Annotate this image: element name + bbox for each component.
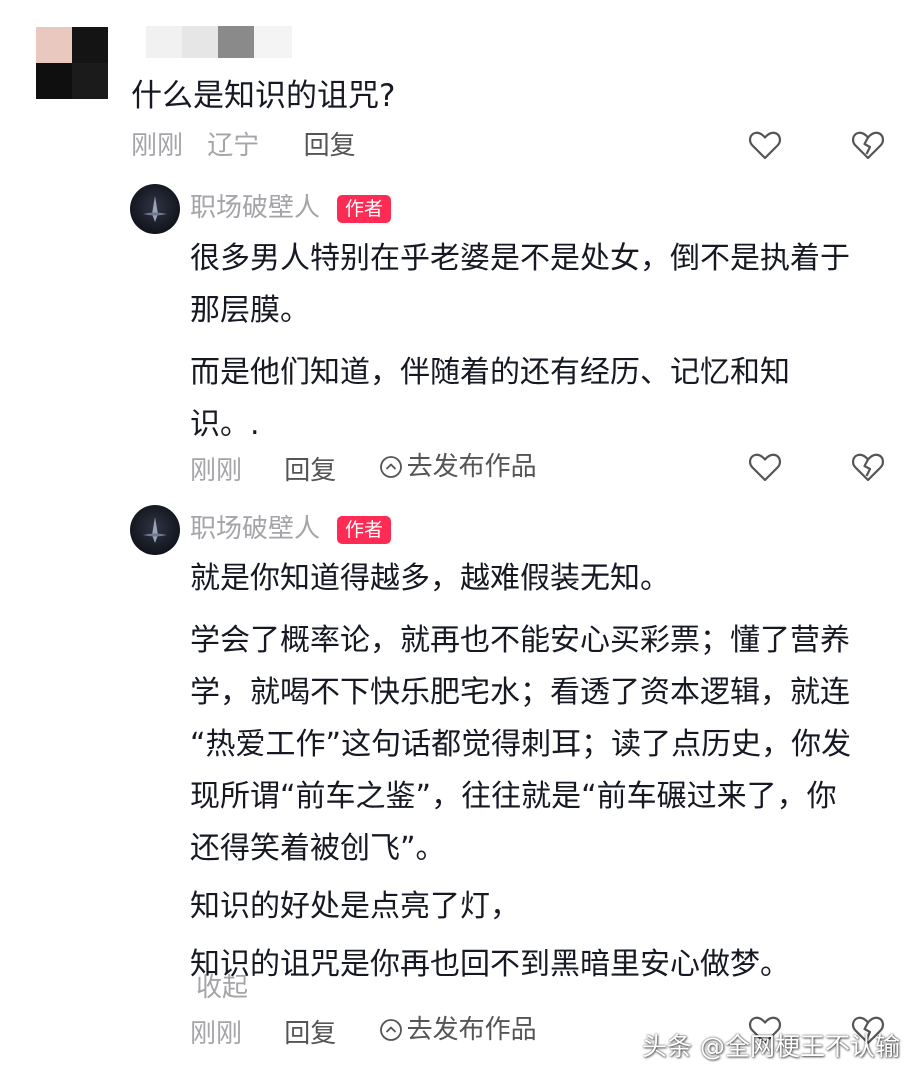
author-badge: 作者 — [337, 516, 392, 544]
avatar-logo-icon — [143, 196, 167, 222]
comment-text: 什么是知识的诅咒? — [131, 78, 396, 114]
reply-time: 刚刚 — [190, 456, 243, 486]
author-badge: 作者 — [337, 195, 392, 223]
reply-meta: 刚刚 回复 去发布作品 — [190, 1012, 537, 1052]
reply-time: 刚刚 — [190, 1019, 243, 1049]
broken-heart-icon[interactable] — [851, 128, 885, 162]
reply-meta: 刚刚 回复 去发布作品 — [190, 449, 537, 489]
reply-text-line: 学，就喝不下快乐肥宅水；看透了资本逻辑，就连 — [190, 675, 850, 710]
avatar[interactable] — [130, 505, 180, 555]
comment-meta: 刚刚 辽宁 回复 — [131, 128, 356, 164]
reply-button[interactable]: 回复 — [284, 456, 336, 486]
heart-outline-icon[interactable] — [748, 128, 782, 162]
publish-arrow-icon — [379, 1019, 402, 1041]
reply-body: 就是你知道得越多，越难假装无知。 学会了概率论，就再也不能安心买彩票；懂了营养 … — [190, 553, 851, 991]
reply-body: 很多男人特别在乎老婆是不是处女，倒不是执着于 那层膜。 而是他们知道，伴随着的还… — [190, 233, 850, 451]
broken-heart-icon[interactable] — [851, 450, 885, 484]
reply-text-line: 还得笑着被创飞”。 — [190, 831, 446, 866]
reply-text-line: 知识的好处是点亮了灯， — [190, 889, 520, 924]
avatar-logo-icon — [143, 517, 167, 543]
reply-button[interactable]: 回复 — [304, 131, 356, 161]
comment-location: 辽宁 — [207, 131, 260, 161]
reply-text-line: 学会了概率论，就再也不能安心买彩票；懂了营养 — [190, 623, 850, 658]
publish-work-label: 去发布作品 — [406, 452, 537, 482]
heart-outline-icon[interactable] — [748, 450, 782, 484]
reply-text-line: 那层膜。 — [190, 293, 310, 328]
reply-button[interactable]: 回复 — [284, 1019, 336, 1049]
reply-text-line: 就是你知道得越多，越难假装无知。 — [190, 561, 670, 596]
avatar-anonymized[interactable] — [36, 27, 108, 99]
publish-work-label: 去发布作品 — [406, 1015, 537, 1045]
reply-username[interactable]: 职场破壁人 — [190, 512, 320, 546]
reply-username[interactable]: 职场破壁人 — [190, 191, 320, 225]
reply-text-line: 知识的诅咒是你再也回不到黑暗里安心做梦。 — [190, 947, 790, 982]
comment-time: 刚刚 — [131, 131, 184, 161]
avatar[interactable] — [130, 184, 180, 234]
username-anonymized[interactable] — [146, 26, 292, 58]
publish-work-button[interactable]: 去发布作品 — [379, 1012, 537, 1048]
collapse-button[interactable]: 收起 — [196, 970, 248, 1006]
publish-work-button[interactable]: 去发布作品 — [379, 449, 537, 485]
reply-text-line: 识。. — [190, 407, 260, 442]
publish-arrow-icon — [379, 456, 402, 478]
reply-text-line: 现所谓“前车之鉴”，往往就是“前车碾过来了，你 — [190, 779, 837, 814]
watermark: 头条 @全网梗王不认输 — [642, 1032, 900, 1061]
reply-text-line: 而是他们知道，伴随着的还有经历、记忆和知 — [190, 355, 790, 390]
reply-text-line: 很多男人特别在乎老婆是不是处女，倒不是执着于 — [190, 241, 850, 276]
reply-text-line: “热爱工作”这句话都觉得刺耳；读了点历史，你发 — [190, 727, 852, 762]
